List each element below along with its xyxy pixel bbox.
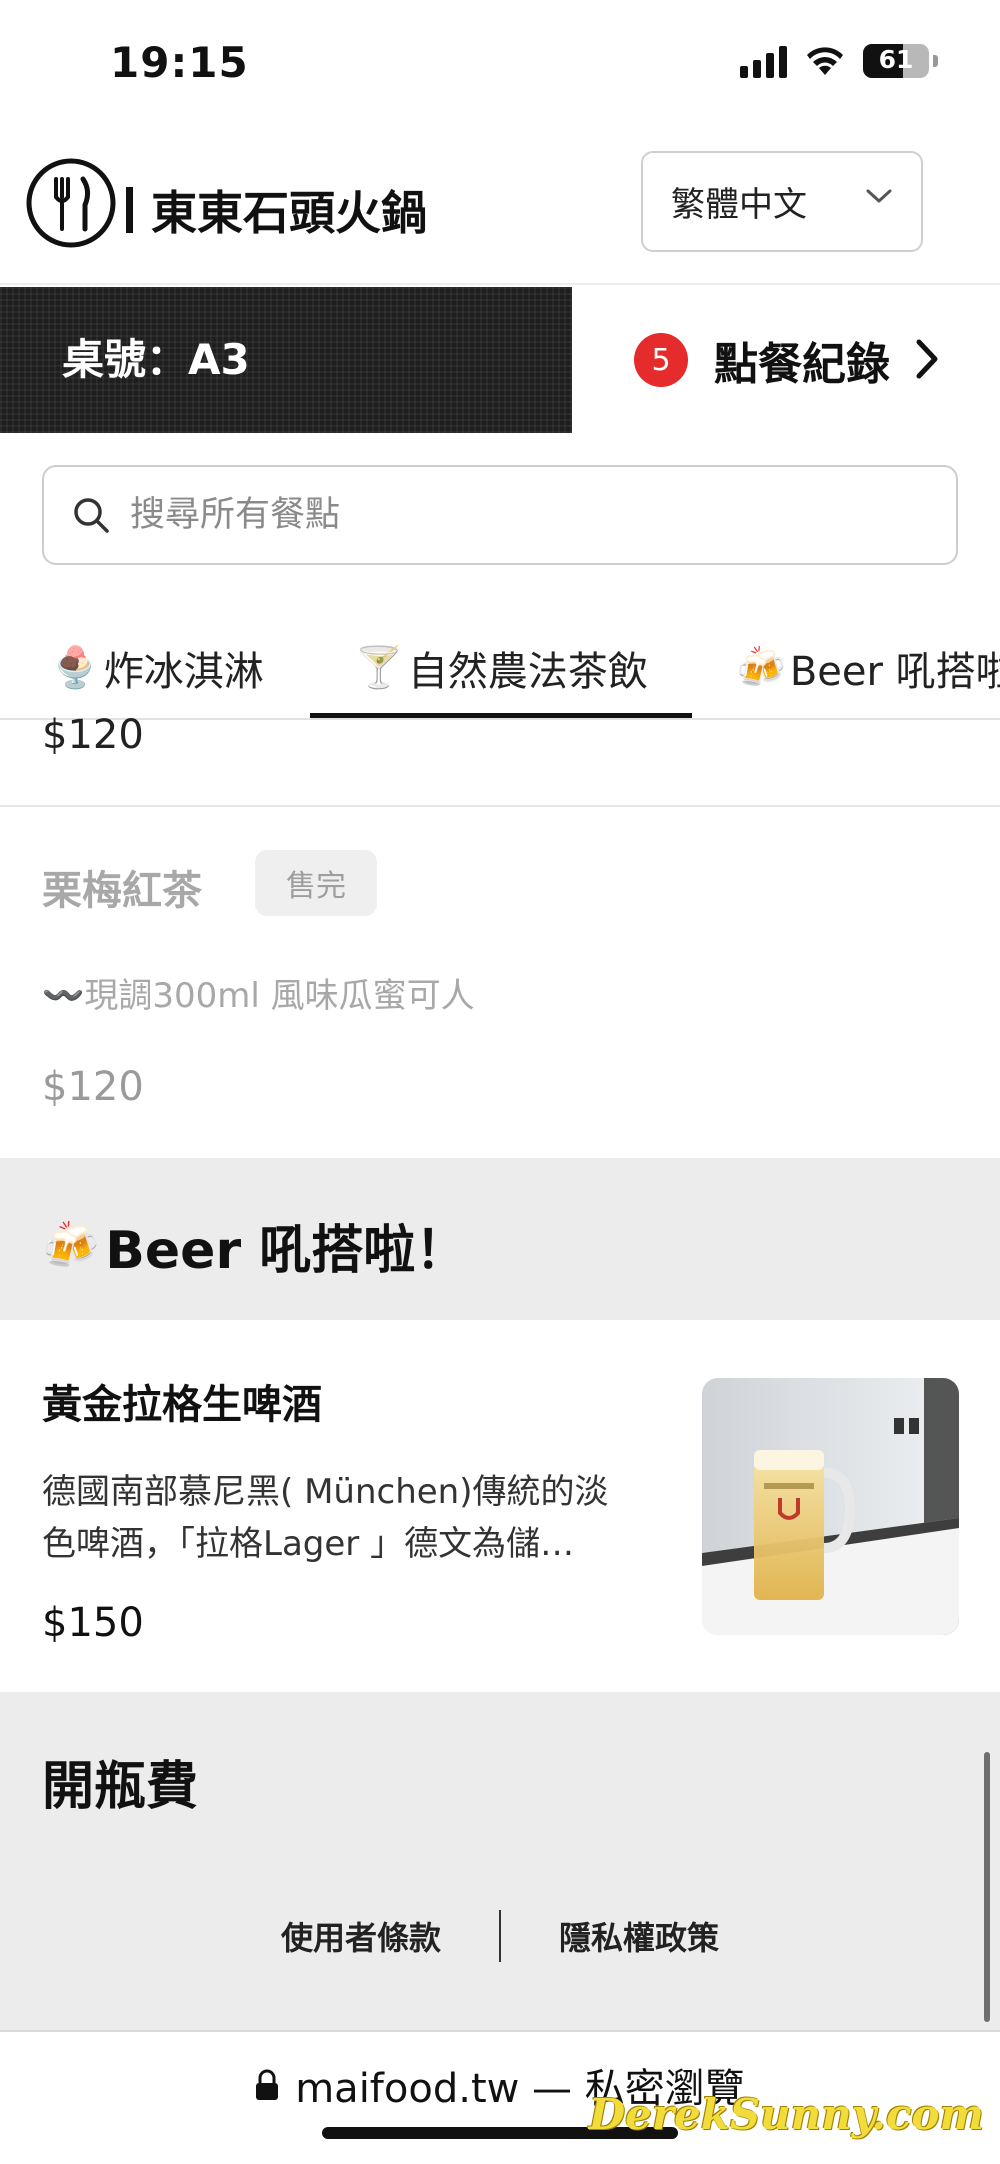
privacy-link[interactable]: 隱私權政策 (559, 1913, 719, 1959)
section-header-corkage: 開瓶費 (0, 1692, 1000, 2030)
section-title-text: Beer 吼搭啦！ (105, 1221, 468, 1281)
beer-mugs-icon: 🍻 (736, 645, 786, 691)
order-history-label: 點餐紀錄 (714, 339, 890, 390)
language-select[interactable]: 繁體中文 (641, 151, 923, 252)
watermark-logo: DerekSunny.com (588, 2090, 984, 2139)
cocktail-icon: 🍸 (354, 645, 404, 691)
chevron-down-icon (866, 189, 892, 203)
order-history-button[interactable]: 5 點餐紀錄 (572, 287, 1000, 433)
menu-item-description: 〰️現調300ml 風味瓜蜜可人 (42, 976, 475, 1016)
table-number: 桌號：A3 (0, 287, 572, 433)
menu-item-price: $120 (42, 1064, 144, 1110)
lager-beer-photo[interactable] (702, 1378, 959, 1635)
tab-label: Beer 吼搭啦！ (789, 648, 1000, 695)
section-title: 開瓶費 (42, 1757, 199, 1817)
status-time: 19:15 (110, 38, 249, 87)
menu-item-description-line2: 色啤酒，「拉格Lager 」德文為儲… (42, 1524, 575, 1564)
ice-cream-icon: 🍨 (50, 645, 100, 691)
cellular-signal-icon (740, 44, 787, 78)
app-header: 東東石頭火鍋 繁體中文 (0, 135, 1000, 285)
restaurant-logo-icon[interactable] (25, 157, 117, 249)
sold-out-badge: 售完 (255, 850, 377, 916)
restaurant-name[interactable]: 東東石頭火鍋 (126, 177, 427, 243)
status-bar: 19:15 61 (0, 0, 1000, 135)
active-tab-indicator (310, 713, 692, 718)
beer-mugs-icon: 🍻 (42, 1218, 100, 1272)
item-divider (0, 805, 1000, 807)
language-select-value: 繁體中文 (671, 185, 807, 225)
menu-item-name: 栗梅紅茶 (42, 868, 202, 914)
brand-divider (126, 187, 133, 233)
previous-item-price: $120 (42, 712, 144, 758)
section-title: 🍻 Beer 吼搭啦！ (42, 1208, 467, 1283)
order-count-badge: 5 (634, 333, 688, 387)
battery-cap (933, 55, 938, 67)
terms-link[interactable]: 使用者條款 (281, 1913, 441, 1959)
tab-natural-tea[interactable]: 🍸 自然農法茶飲 (354, 615, 648, 718)
lock-icon (256, 2069, 279, 2100)
tab-label: 自然農法茶飲 (407, 648, 648, 695)
search-input[interactable] (130, 495, 910, 535)
tab-fried-ice-cream[interactable]: 🍨 炸冰淇淋 (50, 615, 264, 718)
chevron-right-icon (916, 339, 938, 379)
battery-icon: 61 (863, 44, 929, 78)
status-icons: 61 (740, 44, 938, 78)
menu-item-price: $150 (42, 1600, 144, 1646)
scrollbar[interactable] (984, 1752, 990, 2022)
section-header-beer: 🍻 Beer 吼搭啦！ (0, 1158, 1000, 1320)
search-icon (74, 498, 109, 533)
footer-divider (499, 1910, 501, 1962)
footer-links: 使用者條款 隱私權政策 (0, 1910, 1000, 1962)
search-bar[interactable] (42, 465, 958, 565)
wifi-icon (807, 47, 843, 75)
category-tabs: 🍨 炸冰淇淋 🍸 自然農法茶飲 🍻 Beer 吼搭啦！ (0, 615, 1000, 720)
menu-item-description-line1: 德國南部慕尼黑( München)傳統的淡 (42, 1472, 609, 1512)
tab-beer[interactable]: 🍻 Beer 吼搭啦！ (736, 615, 1000, 718)
menu-item-name: 黃金拉格生啤酒 (42, 1382, 322, 1428)
tab-label: 炸冰淇淋 (103, 648, 264, 695)
table-order-strip: 桌號：A3 5 點餐紀錄 (0, 287, 1000, 433)
restaurant-name-text: 東東石頭火鍋 (151, 186, 427, 240)
battery-level: 61 (878, 45, 914, 74)
